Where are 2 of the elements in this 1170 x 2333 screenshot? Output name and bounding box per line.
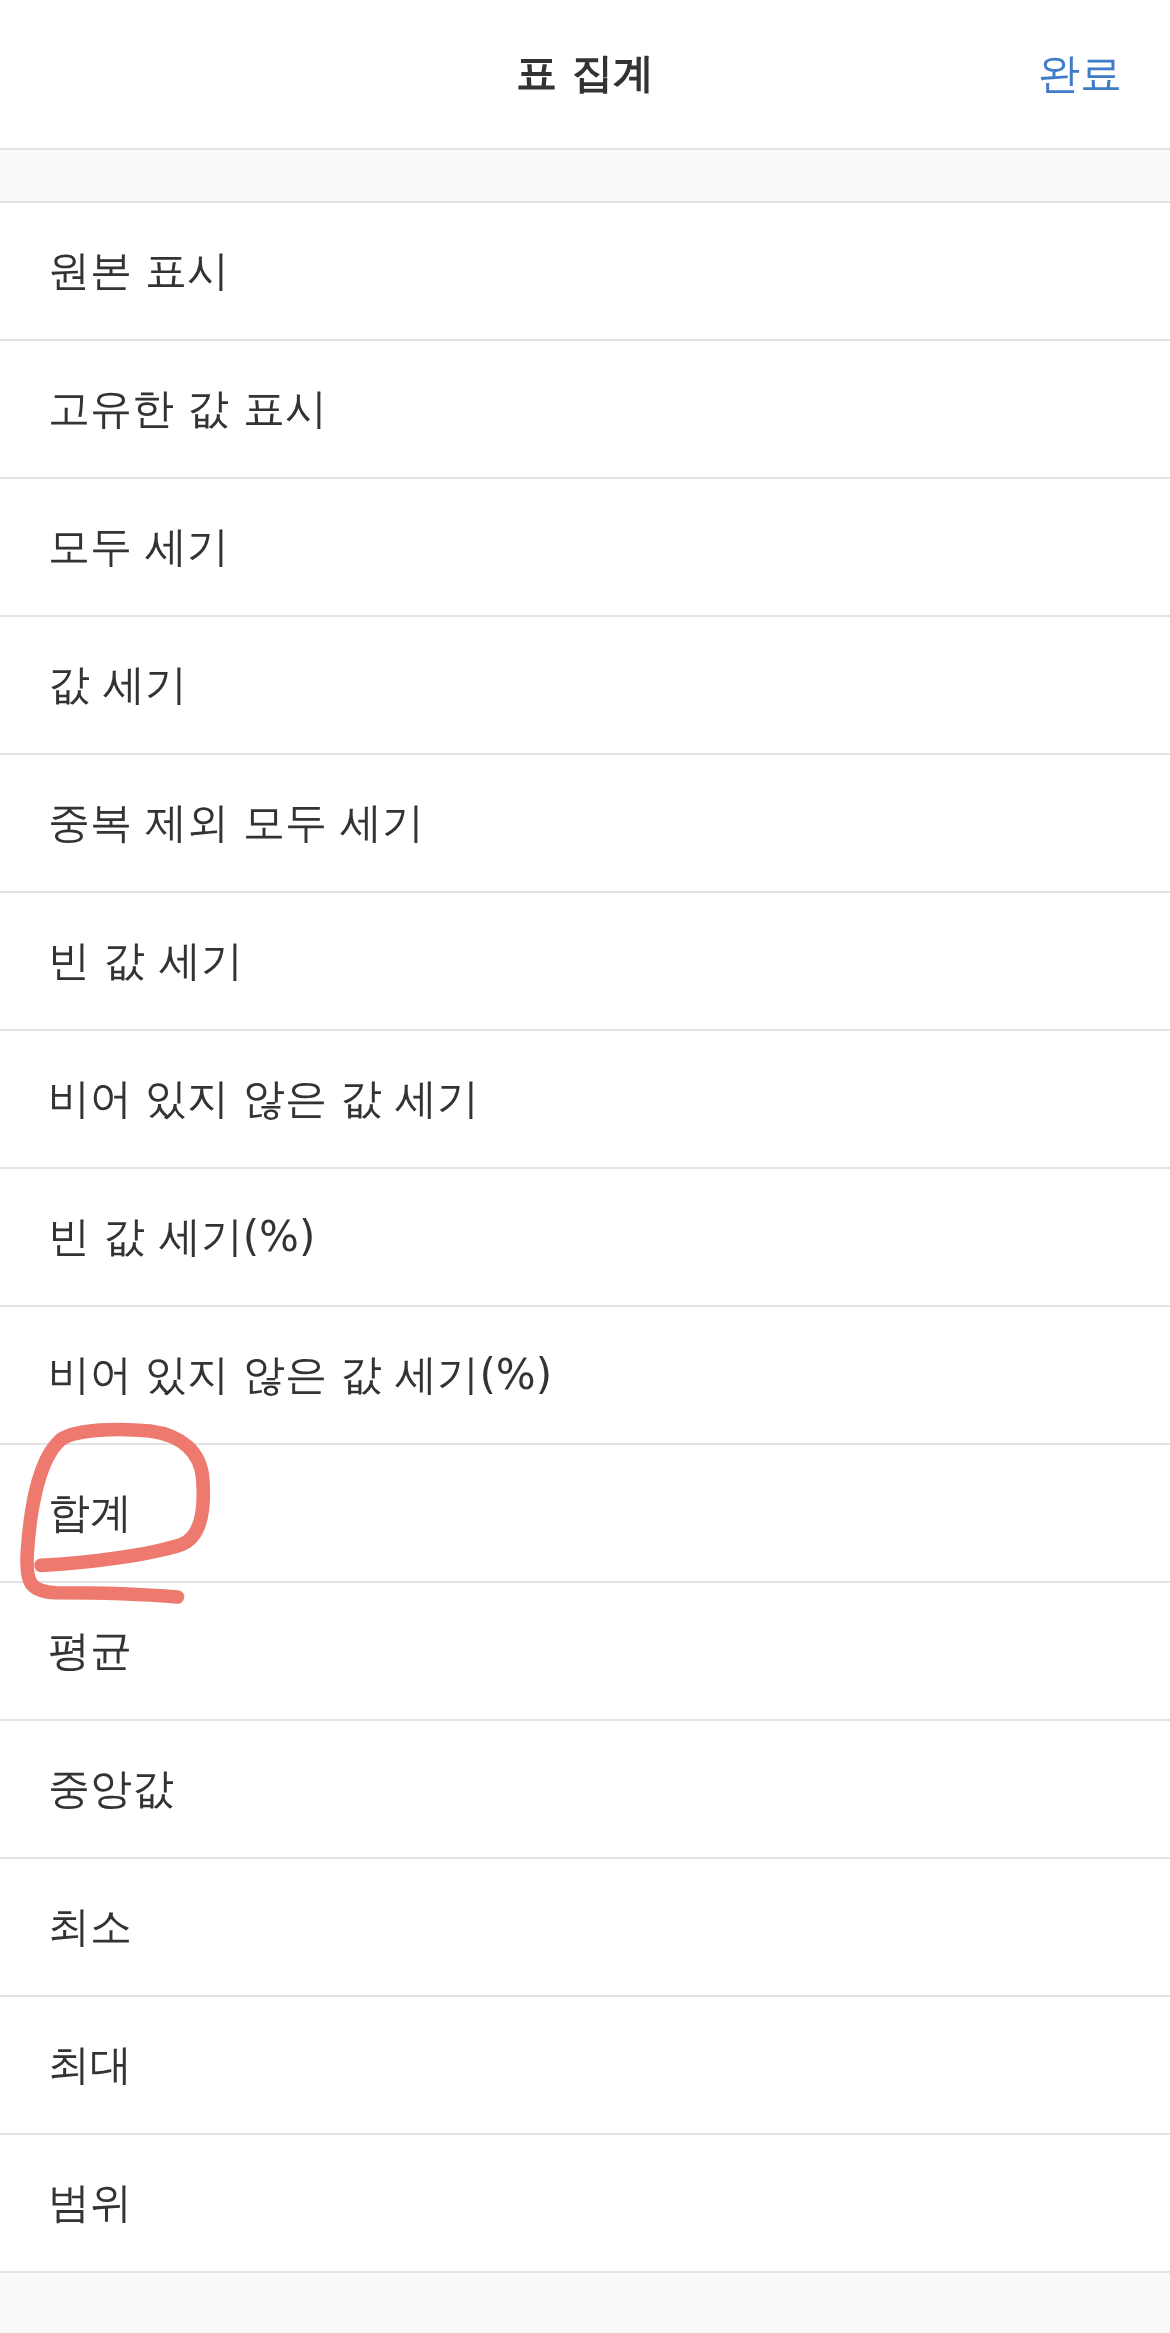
- screen-title: 표 집계: [516, 49, 654, 99]
- done-button[interactable]: 완료: [1030, 40, 1130, 108]
